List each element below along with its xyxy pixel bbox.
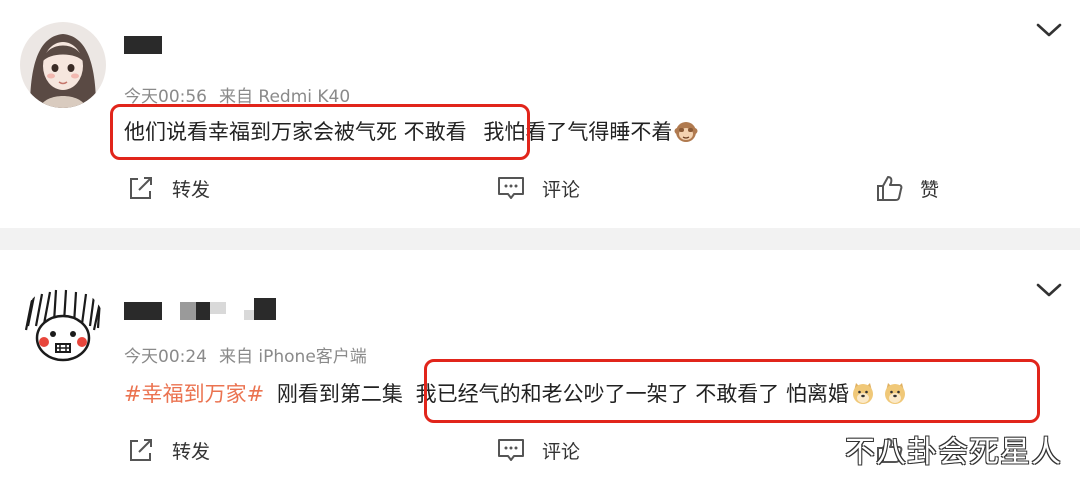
chevron-down-icon[interactable] [1036,22,1062,38]
username-redacted[interactable] [124,36,162,54]
content-pre: 刚看到第二集 [276,382,403,406]
post-content: #幸福到万家# 刚看到第二集 我已经气的和老公吵了一架了 不敢看了 怕离婚 [124,378,907,408]
comment-button[interactable]: 评论 [496,173,580,203]
comment-label: 评论 [542,440,581,463]
post-time: 今天00:24 [124,347,207,367]
post-card: 今天00:56 来自 Redmi K40 他们说看幸福到万家会被气死 不敢看 我怕… [0,0,1080,228]
thumbs-up-icon [877,176,903,201]
content-rest: 我怕看了气得睡不着 [483,120,673,144]
post-content: 他们说看幸福到万家会被气死 不敢看 我怕看了气得睡不着 [124,116,698,146]
feed-divider [0,228,1080,250]
hashtag-link[interactable]: #幸福到万家# [124,382,264,406]
repost-label: 转发 [172,440,211,463]
watermark: 不八卦会死星人 [845,435,1062,470]
comment-label: 评论 [542,178,581,201]
share-icon [130,439,152,461]
monkey-face-icon [674,122,698,142]
doge-face-icon [852,383,873,404]
like-button[interactable]: 赞 [874,173,939,203]
comment-button[interactable]: 评论 [496,435,580,465]
content-highlighted: 我已经气的和老公吵了一架了 不敢看了 怕离婚 [415,382,849,406]
post-time: 今天00:56 [124,87,207,107]
post-meta: 今天00:56 来自 Redmi K40 [124,82,350,107]
like-label: 赞 [920,178,940,201]
avatar[interactable] [20,22,106,108]
avatar[interactable] [20,286,106,372]
repost-button[interactable]: 转发 [126,173,210,203]
username-redacted[interactable] [124,298,276,320]
repost-label: 转发 [172,178,211,201]
action-bar: 转发 评论 赞 [0,173,1080,213]
comment-icon [498,439,524,461]
post-source: 来自 iPhone客户端 [219,347,367,367]
chevron-down-icon[interactable] [1036,282,1062,298]
doge-face-icon [884,383,905,404]
comment-icon [498,177,524,199]
repost-button[interactable]: 转发 [126,435,210,465]
share-icon [130,177,152,199]
post-meta: 今天00:24 来自 iPhone客户端 [124,342,367,367]
post-source: 来自 Redmi K40 [219,87,351,107]
content-highlighted: 他们说看幸福到万家会被气死 不敢看 [124,120,467,144]
